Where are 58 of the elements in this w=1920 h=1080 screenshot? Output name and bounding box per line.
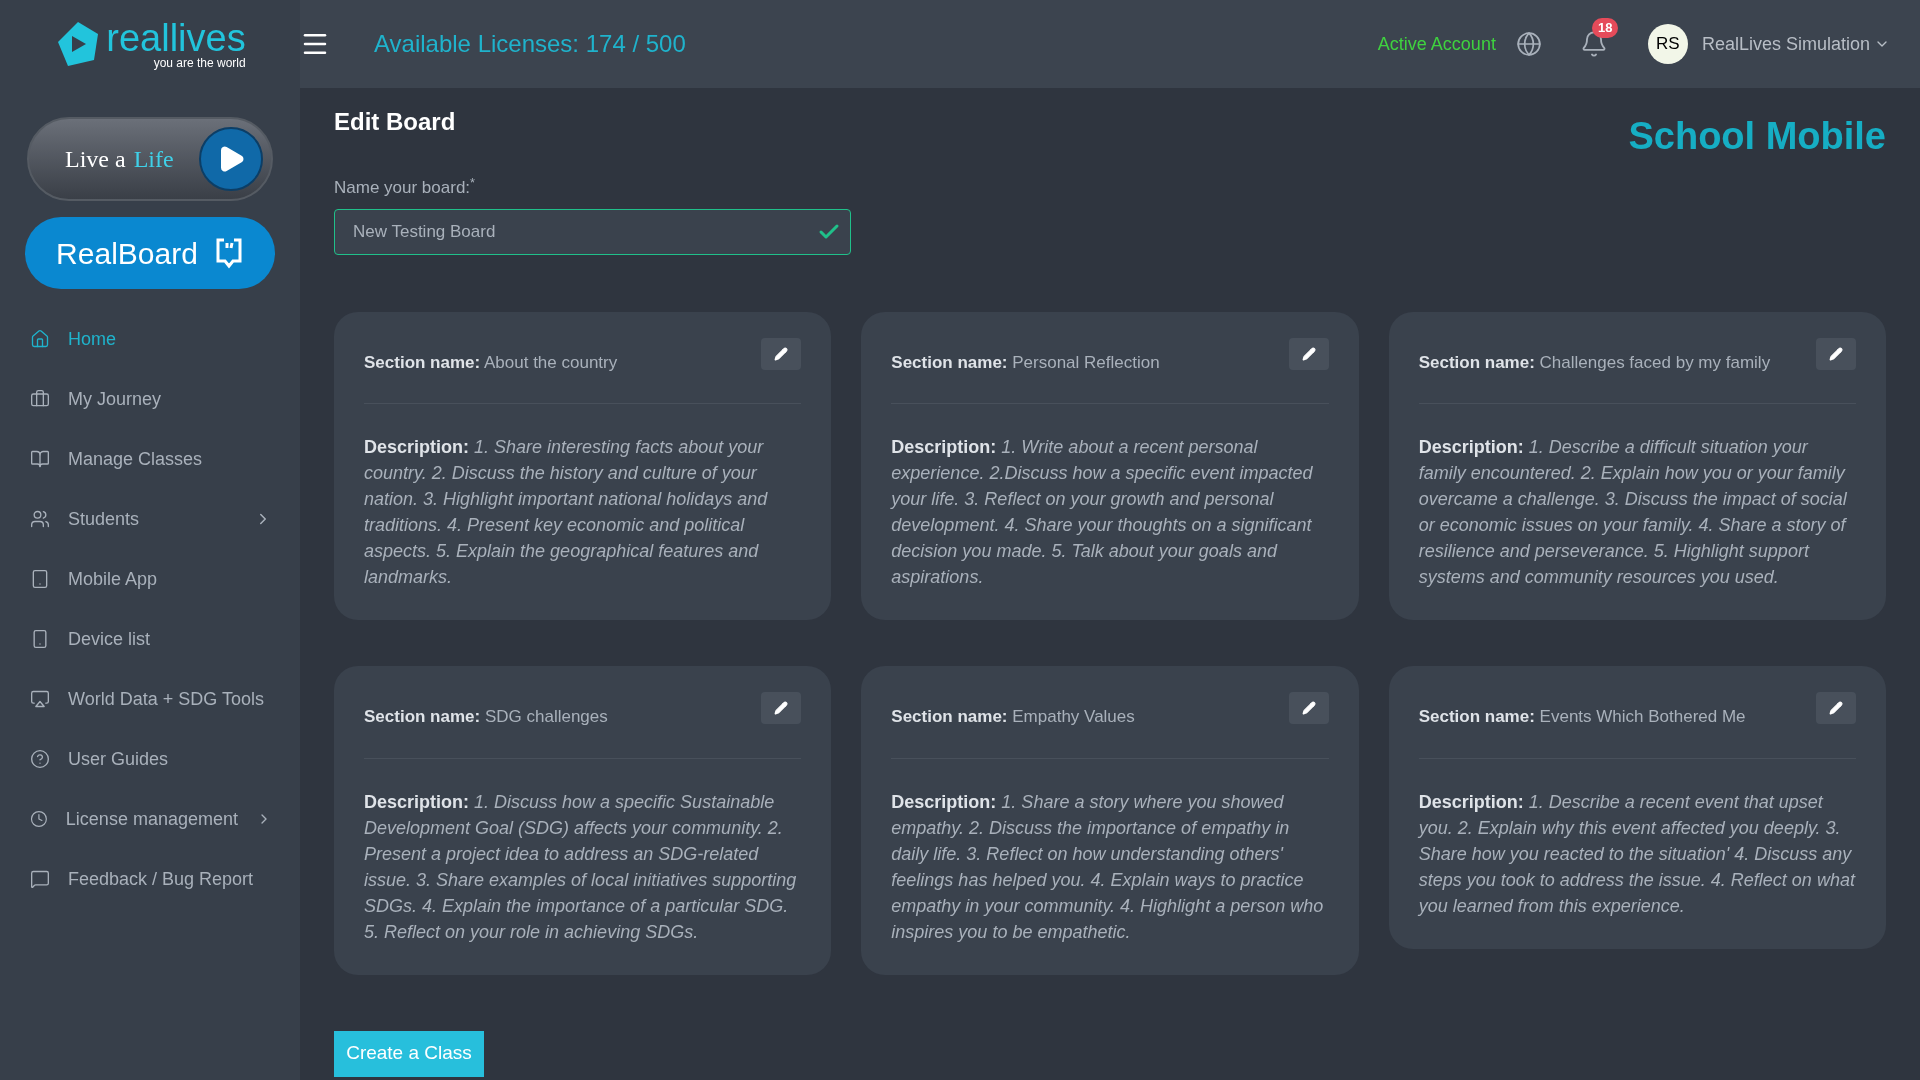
section-name: Section name: Challenges faced by my family xyxy=(1418,351,1771,374)
tablet-icon xyxy=(30,569,50,589)
home-icon xyxy=(30,329,50,349)
pencil-icon xyxy=(1829,346,1843,361)
avatar[interactable]: RS xyxy=(1647,24,1688,64)
help-icon xyxy=(30,749,50,769)
live-a-life-button[interactable]: Live a Life xyxy=(27,117,273,201)
logo-text: reallives xyxy=(106,19,246,57)
realboard-button[interactable]: RealBoard xyxy=(25,217,275,289)
section-description: Description: 1. Discuss how a specific Sustainable Development Goal (SDG) affects your community. 2. Present a project idea to address an SDG-related issue. 3. Share examples of local initiatives supporting SDGs. 4. Explain the importance of a particular SDG. 5. Reflect on your role in achieving SDGs. xyxy=(364,790,798,944)
user-name[interactable]: RealLives Simulation xyxy=(1701,30,1870,58)
pencil-icon xyxy=(774,346,789,361)
section-name: Section name: SDG challenges xyxy=(364,706,608,728)
nav-item[interactable]: User Guides xyxy=(0,729,300,789)
edit-button[interactable] xyxy=(1288,692,1329,724)
section-name: Section name: Events Which Bothered Me xyxy=(1418,706,1746,728)
edit-button[interactable] xyxy=(1288,337,1329,370)
section-name: Section name: About the country xyxy=(364,351,618,374)
edit-button[interactable] xyxy=(1816,692,1856,724)
users-icon xyxy=(30,509,50,529)
pencil-icon xyxy=(1301,701,1316,715)
section-name: Section name: Personal Reflection xyxy=(891,351,1160,374)
screen-icon xyxy=(30,689,50,709)
briefcase-icon xyxy=(30,389,50,409)
nav-item[interactable]: My Journey xyxy=(0,369,300,429)
nav-item[interactable]: License management xyxy=(0,789,300,849)
section-description: Description: 1. Describe a difficult situation your family encountered. 2. Explain how you or your family overcame a challenge. 3. Discuss the impact of social or economic issues on your family. 4. Share a story of resilience and perseverance. 5. Highlight support systems and community resources you used. xyxy=(1418,436,1848,589)
language-icon[interactable] xyxy=(1515,31,1542,57)
pencil-icon xyxy=(1829,701,1843,715)
clock-icon xyxy=(30,809,48,829)
section-description: Description: 1. Describe a recent event that upset you. 2. Explain why this event affected you deeply. 3. Share how you reacted to the situation' 4. Discuss any steps you took to address the issue. 4. Reflect on what you learned from this experience. xyxy=(1418,790,1856,918)
nav-item[interactable]: Feedback / Bug Report xyxy=(0,849,300,909)
notification-badge: 18 xyxy=(1591,18,1619,38)
nav-item[interactable]: World Data + SDG Tools xyxy=(0,669,300,729)
nav-item[interactable]: Students xyxy=(0,489,300,549)
board-name-field[interactable]: New Testing Board xyxy=(334,208,851,255)
school-name: School Mobile xyxy=(1628,114,1886,159)
section-description: Description: 1. Write about a recent personal experience. 2.Discuss how a specific event impacted your life. 3. Reflect on your growth and personal development. 4. Share your thoughts on a significant decision you made. 5. Talk about your goals and aspirations. xyxy=(891,436,1314,589)
chat-icon xyxy=(30,869,50,889)
licenses-text: Available Licenses: 174 / 500 xyxy=(374,29,686,59)
edit-button[interactable] xyxy=(761,337,802,370)
board-name-label: Name your board:$^{*}$ xyxy=(334,175,477,199)
page-title: Edit Board xyxy=(334,107,456,137)
pencil-icon xyxy=(774,701,789,715)
logo-tagline: you are the world xyxy=(153,57,246,69)
account-status: Active Account xyxy=(1377,32,1496,56)
section-description: Description: 1. Share a story where you showed empathy. 2. Discuss the importance of empathy in daily life. 3. Reflect on how understanding others' feelings has helped you. 4. Explain ways to practice empathy in your community. 4. Highlight a person who inspires you to be empathetic. xyxy=(891,790,1325,944)
section-name: Section name: Empathy Values xyxy=(891,706,1135,728)
nav-item[interactable]: Manage Classes xyxy=(0,429,300,489)
nav-item[interactable]: Device list xyxy=(0,609,300,669)
book-icon xyxy=(30,449,50,469)
nav-item[interactable]: Mobile App xyxy=(0,549,300,609)
pencil-icon xyxy=(1301,346,1316,361)
play-icon xyxy=(199,127,263,191)
nav-item[interactable]: Home xyxy=(0,309,300,369)
edit-button[interactable] xyxy=(1816,337,1856,370)
section-description: Description: 1. Share interesting facts about your country. 2. Discuss the history and culture of your nation. 3. Highlight important national holidays and traditions. 4. Present key economic and political aspects. 5. Explain the geographical features and landmarks. xyxy=(364,436,769,589)
edit-button[interactable] xyxy=(761,692,802,724)
